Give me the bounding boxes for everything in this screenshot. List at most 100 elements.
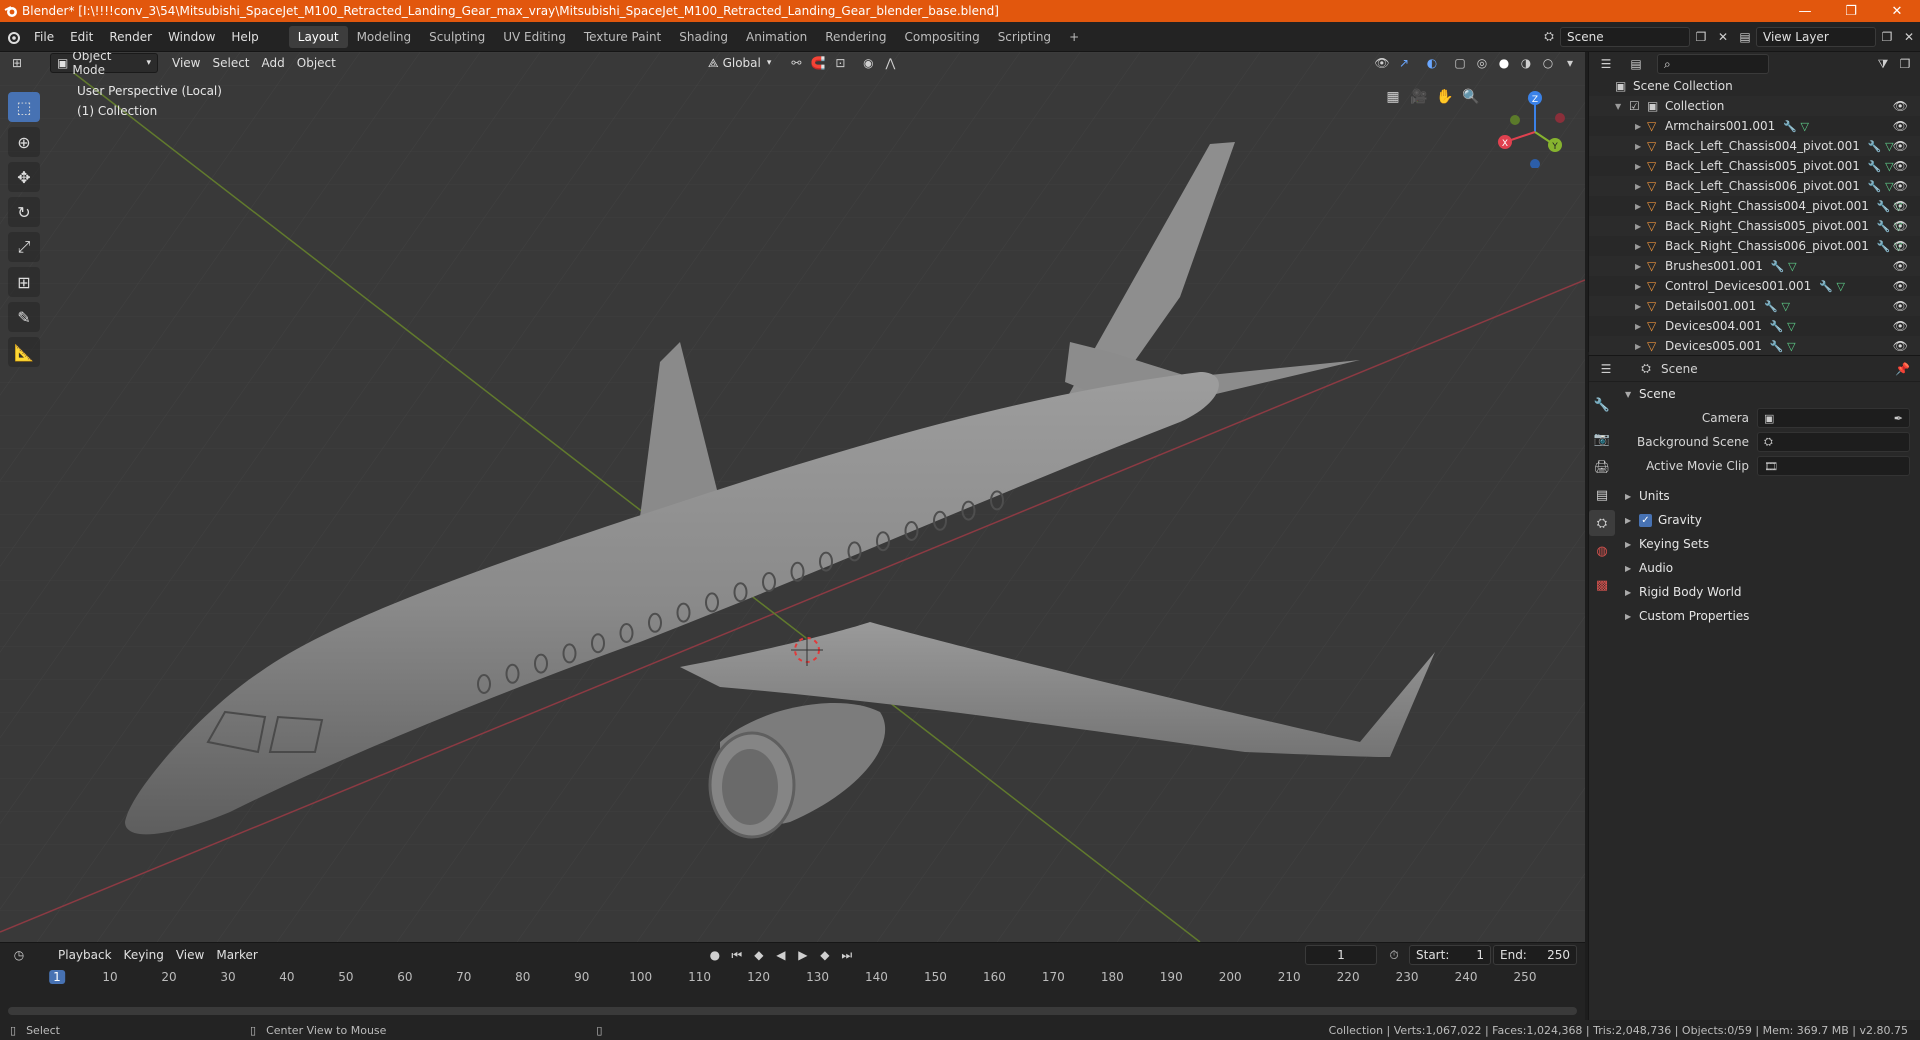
outliner-editor-type-icon[interactable]: ☰ — [1595, 54, 1617, 74]
modifier-wrench-icon[interactable]: 🔧 ▽ — [1819, 280, 1845, 293]
end-frame-field[interactable]: End: 250 — [1493, 945, 1577, 965]
current-frame-indicator[interactable]: 1 — [49, 970, 65, 984]
modifier-wrench-icon[interactable]: 🔧 ▽ — [1868, 160, 1894, 173]
expand-right-icon[interactable]: ▶ — [1635, 242, 1647, 251]
falloff-icon[interactable]: ⋀ — [879, 53, 901, 73]
prev-keyframe-icon[interactable]: ◆ — [748, 945, 770, 965]
jump-end-icon[interactable]: ⏭ — [836, 945, 858, 965]
outliner-object-row[interactable]: ▶ ▽ Control_Devices001.001 🔧 ▽ 👁 — [1589, 276, 1920, 296]
visibility-icon[interactable]: 👁 — [1371, 53, 1393, 73]
move-tool-icon[interactable]: ✥ — [8, 162, 40, 192]
camera-field[interactable]: ▣ ✒ — [1757, 408, 1910, 428]
eye-icon[interactable]: 👁 — [1893, 299, 1908, 313]
menu-window[interactable]: Window — [160, 22, 223, 52]
expand-right-icon[interactable]: ▶ — [1635, 262, 1647, 271]
timeline-menu-marker[interactable]: Marker — [210, 945, 263, 965]
menu-help[interactable]: Help — [223, 22, 266, 52]
add-workspace-button[interactable]: + — [1060, 26, 1088, 48]
timeline-editor-type-icon[interactable]: ◷ — [8, 945, 30, 965]
eye-icon[interactable]: 👁 — [1893, 339, 1908, 353]
outliner-search-input[interactable]: ⌕ — [1657, 54, 1769, 74]
workspace-tab-rendering[interactable]: Rendering — [816, 26, 895, 48]
eye-icon[interactable]: 👁 — [1893, 319, 1908, 333]
viewport-menu-view[interactable]: View — [166, 53, 206, 73]
pin-icon[interactable]: 📌 — [1895, 362, 1910, 376]
viewport-menu-select[interactable]: Select — [206, 53, 255, 73]
shading-rendered-icon[interactable]: ○ — [1537, 53, 1559, 73]
editor-type-icon[interactable]: ⊞ — [6, 53, 28, 73]
modifier-wrench-icon[interactable]: 🔧 ▽ — [1868, 180, 1894, 193]
proportional-editing-icon[interactable]: ◉ — [857, 53, 879, 73]
grid-view-icon[interactable]: ▦ — [1380, 84, 1406, 110]
expand-right-icon[interactable]: ▶ — [1635, 282, 1647, 291]
overlays-icon[interactable]: ◐ — [1421, 53, 1443, 73]
workspace-tab-animation[interactable]: Animation — [737, 26, 816, 48]
workspace-tab-uv-editing[interactable]: UV Editing — [494, 26, 575, 48]
timeline-scrollbar[interactable] — [8, 1007, 1577, 1015]
eye-icon[interactable]: 👁 — [1893, 119, 1908, 133]
section-audio[interactable]: ▶ Audio — [1619, 556, 1920, 580]
jump-start-icon[interactable]: ⏮ — [726, 945, 748, 965]
blender-menu-icon[interactable] — [0, 27, 26, 47]
workspace-tab-sculpting[interactable]: Sculpting — [420, 26, 494, 48]
shading-material-icon[interactable]: ◑ — [1515, 53, 1537, 73]
tab-output-icon[interactable]: 🖨 — [1589, 454, 1615, 480]
section-scene[interactable]: ▼ Scene — [1619, 382, 1920, 406]
shading-options-icon[interactable]: ▾ — [1559, 53, 1581, 73]
minimize-button[interactable]: — — [1782, 0, 1828, 22]
view-layer-selector[interactable]: View Layer — [1756, 26, 1876, 47]
stopwatch-icon[interactable]: ⏱ — [1383, 945, 1405, 965]
tab-texture-icon[interactable]: ▩ — [1589, 572, 1615, 598]
section-keying-sets[interactable]: ▶ Keying Sets — [1619, 532, 1920, 556]
eye-icon[interactable]: 👁 — [1893, 259, 1908, 273]
maximize-button[interactable]: ❐ — [1828, 0, 1874, 22]
eye-icon[interactable]: 👁 — [1893, 139, 1908, 153]
zoom-icon[interactable]: 🔍 — [1458, 84, 1484, 110]
shading-solid-icon[interactable]: ● — [1493, 53, 1515, 73]
record-icon[interactable]: ● — [704, 945, 726, 965]
cursor-tool-icon[interactable]: ⊕ — [8, 127, 40, 157]
outliner-object-row[interactable]: ▶ ▽ Back_Left_Chassis005_pivot.001 🔧 ▽ 👁 — [1589, 156, 1920, 176]
outliner-object-row[interactable]: ▶ ▽ Back_Left_Chassis006_pivot.001 🔧 ▽ 👁 — [1589, 176, 1920, 196]
menu-edit[interactable]: Edit — [62, 22, 101, 52]
snap-icon[interactable]: 🧲 — [807, 53, 829, 73]
annotate-tool-icon[interactable]: ✎ — [8, 302, 40, 332]
eye-icon[interactable]: 👁 — [1893, 239, 1908, 253]
modifier-wrench-icon[interactable]: 🔧 ▽ — [1770, 340, 1796, 353]
xray-icon[interactable]: ▢ — [1449, 53, 1471, 73]
expand-right-icon[interactable]: ▶ — [1635, 342, 1647, 351]
section-custom-properties[interactable]: ▶ Custom Properties — [1619, 604, 1920, 628]
outliner-object-row[interactable]: ▶ ▽ Back_Left_Chassis004_pivot.001 🔧 ▽ 👁 — [1589, 136, 1920, 156]
scene-selector[interactable]: Scene — [1560, 26, 1690, 47]
eye-icon[interactable]: 👁 — [1893, 159, 1908, 173]
play-icon[interactable]: ▶ — [792, 945, 814, 965]
menu-file[interactable]: File — [26, 22, 62, 52]
modifier-wrench-icon[interactable]: 🔧 ▽ — [1771, 260, 1797, 273]
workspace-tab-scripting[interactable]: Scripting — [989, 26, 1060, 48]
workspace-tab-compositing[interactable]: Compositing — [895, 26, 988, 48]
timeline-menu-playback[interactable]: Playback — [52, 945, 118, 965]
current-frame-field[interactable]: 1 — [1305, 945, 1377, 965]
outliner-object-row[interactable]: ▶ ▽ Details001.001 🔧 ▽ 👁 — [1589, 296, 1920, 316]
modifier-wrench-icon[interactable]: 🔧 ▽ — [1868, 140, 1894, 153]
close-button[interactable]: ✕ — [1874, 0, 1920, 22]
expand-right-icon[interactable]: ▶ — [1635, 182, 1647, 191]
scale-tool-icon[interactable]: ⤢ — [8, 232, 40, 262]
workspace-tab-shading[interactable]: Shading — [670, 26, 737, 48]
3d-viewport[interactable]: ⊞ ▣ Object Mode ▾ View Select Add Object… — [0, 52, 1585, 942]
section-rigid-body-world[interactable]: ▶ Rigid Body World — [1619, 580, 1920, 604]
tab-scene-icon[interactable]: ⛭ — [1589, 510, 1615, 536]
background-scene-field[interactable]: ⛭ — [1757, 432, 1910, 452]
section-units[interactable]: ▶ Units — [1619, 484, 1920, 508]
eye-icon[interactable]: 👁 — [1893, 219, 1908, 233]
outliner-object-row[interactable]: ▶ ▽ Devices004.001 🔧 ▽ 👁 — [1589, 316, 1920, 336]
eye-icon[interactable]: 👁 — [1893, 279, 1908, 293]
expand-right-icon[interactable]: ▶ — [1635, 222, 1647, 231]
checkbox-icon[interactable]: ☑ — [1629, 99, 1647, 113]
tab-view-layer-icon[interactable]: ▤ — [1589, 482, 1615, 508]
next-keyframe-icon[interactable]: ◆ — [814, 945, 836, 965]
new-collection-icon[interactable]: ❐ — [1894, 54, 1916, 74]
camera-view-icon[interactable]: 🎥 — [1406, 84, 1432, 110]
timeline-menu-view[interactable]: View — [170, 945, 210, 965]
play-reverse-icon[interactable]: ◀ — [770, 945, 792, 965]
